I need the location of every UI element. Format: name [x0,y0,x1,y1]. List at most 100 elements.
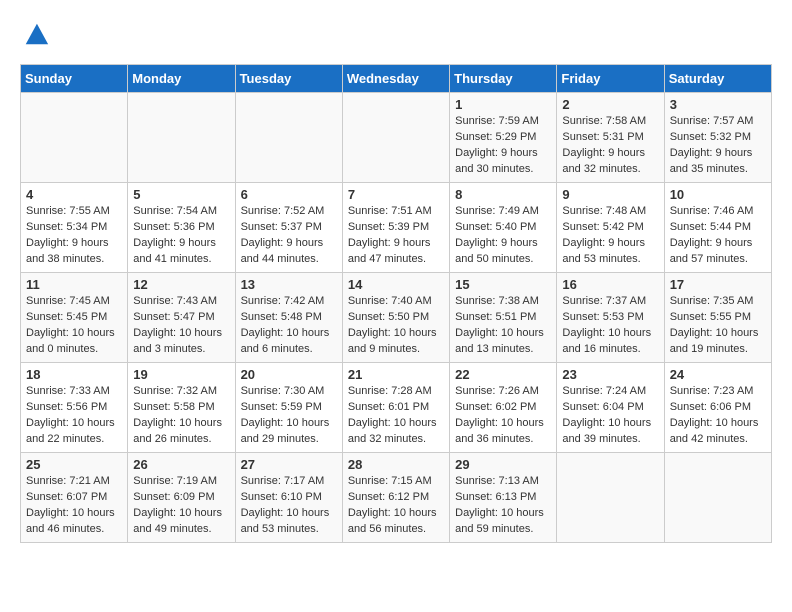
calendar-cell: 4 Sunrise: 7:55 AM Sunset: 5:34 PM Daylig… [21,183,128,273]
calendar-cell: 22 Sunrise: 7:26 AM Sunset: 6:02 PM Dayli… [450,363,557,453]
calendar-cell: 8 Sunrise: 7:49 AM Sunset: 5:40 PM Daylig… [450,183,557,273]
calendar-cell [342,93,449,183]
calendar-cell: 2 Sunrise: 7:58 AM Sunset: 5:31 PM Daylig… [557,93,664,183]
day-number: 28 [348,457,444,472]
day-number: 15 [455,277,551,292]
calendar-cell: 9Sunrise: 7:48 AM Sunset: 5:42 PM Daylig… [557,183,664,273]
day-content: Sunrise: 7:45 AM Sunset: 5:45 PM Dayligh… [26,294,122,358]
header-day-saturday: Saturday [664,65,771,93]
logo-icon [22,20,50,48]
day-content: Sunrise: 7:48 AM Sunset: 5:42 PM Dayligh… [562,204,658,268]
calendar-cell: 15 Sunrise: 7:38 AM Sunset: 5:51 PM Dayli… [450,273,557,363]
calendar-cell [235,93,342,183]
calendar-cell: 6 Sunrise: 7:52 AM Sunset: 5:37 PM Daylig… [235,183,342,273]
day-content: Sunrise: 7:43 AM Sunset: 5:47 PM Dayligh… [133,294,229,358]
day-number: 24 [670,367,766,382]
day-number: 16 [562,277,658,292]
day-number: 8 [455,187,551,202]
day-number: 5 [133,187,229,202]
day-number: 23 [562,367,658,382]
day-number: 6 [241,187,337,202]
day-number: 27 [241,457,337,472]
day-content: Sunrise: 7:59 AM Sunset: 5:29 PM Dayligh… [455,114,551,178]
day-content: Sunrise: 7:52 AM Sunset: 5:37 PM Dayligh… [241,204,337,268]
calendar-cell [664,453,771,543]
day-number: 13 [241,277,337,292]
calendar-cell: 7Sunrise: 7:51 AM Sunset: 5:39 PM Daylig… [342,183,449,273]
day-number: 22 [455,367,551,382]
week-row-4: 25 Sunrise: 7:21 AM Sunset: 6:07 PM Dayli… [21,453,772,543]
calendar-cell [21,93,128,183]
calendar-cell: 29 Sunrise: 7:13 AM Sunset: 6:13 PM Dayli… [450,453,557,543]
day-number: 17 [670,277,766,292]
day-content: Sunrise: 7:26 AM Sunset: 6:02 PM Dayligh… [455,384,551,448]
header-day-monday: Monday [128,65,235,93]
calendar-cell: 14 Sunrise: 7:40 AM Sunset: 5:50 PM Dayli… [342,273,449,363]
calendar-cell: 16 Sunrise: 7:37 AM Sunset: 5:53 PM Dayli… [557,273,664,363]
day-content: Sunrise: 7:35 AM Sunset: 5:55 PM Dayligh… [670,294,766,358]
day-number: 2 [562,97,658,112]
day-number: 21 [348,367,444,382]
day-content: Sunrise: 7:55 AM Sunset: 5:34 PM Dayligh… [26,204,122,268]
day-content: Sunrise: 7:51 AM Sunset: 5:39 PM Dayligh… [348,204,444,268]
day-number: 4 [26,187,122,202]
day-content: Sunrise: 7:23 AM Sunset: 6:06 PM Dayligh… [670,384,766,448]
day-content: Sunrise: 7:42 AM Sunset: 5:48 PM Dayligh… [241,294,337,358]
day-number: 10 [670,187,766,202]
week-row-3: 18 Sunrise: 7:33 AM Sunset: 5:56 PM Dayli… [21,363,772,453]
header-day-friday: Friday [557,65,664,93]
day-content: Sunrise: 7:17 AM Sunset: 6:10 PM Dayligh… [241,474,337,538]
week-row-1: 4 Sunrise: 7:55 AM Sunset: 5:34 PM Daylig… [21,183,772,273]
day-content: Sunrise: 7:37 AM Sunset: 5:53 PM Dayligh… [562,294,658,358]
day-number: 14 [348,277,444,292]
day-content: Sunrise: 7:40 AM Sunset: 5:50 PM Dayligh… [348,294,444,358]
day-content: Sunrise: 7:46 AM Sunset: 5:44 PM Dayligh… [670,204,766,268]
day-content: Sunrise: 7:38 AM Sunset: 5:51 PM Dayligh… [455,294,551,358]
calendar-cell [128,93,235,183]
calendar-cell: 3 Sunrise: 7:57 AM Sunset: 5:32 PM Daylig… [664,93,771,183]
day-content: Sunrise: 7:57 AM Sunset: 5:32 PM Dayligh… [670,114,766,178]
day-content: Sunrise: 7:21 AM Sunset: 6:07 PM Dayligh… [26,474,122,538]
day-number: 12 [133,277,229,292]
day-content: Sunrise: 7:19 AM Sunset: 6:09 PM Dayligh… [133,474,229,538]
day-number: 11 [26,277,122,292]
header-day-sunday: Sunday [21,65,128,93]
header-row: SundayMondayTuesdayWednesdayThursdayFrid… [21,65,772,93]
day-content: Sunrise: 7:13 AM Sunset: 6:13 PM Dayligh… [455,474,551,538]
week-row-2: 11 Sunrise: 7:45 AM Sunset: 5:45 PM Dayli… [21,273,772,363]
day-number: 3 [670,97,766,112]
calendar-cell: 21Sunrise: 7:28 AM Sunset: 6:01 PM Dayli… [342,363,449,453]
day-number: 26 [133,457,229,472]
week-row-0: 1 Sunrise: 7:59 AM Sunset: 5:29 PM Daylig… [21,93,772,183]
day-number: 25 [26,457,122,472]
day-content: Sunrise: 7:49 AM Sunset: 5:40 PM Dayligh… [455,204,551,268]
calendar-cell: 26 Sunrise: 7:19 AM Sunset: 6:09 PM Dayli… [128,453,235,543]
day-number: 29 [455,457,551,472]
logo [20,20,50,48]
day-content: Sunrise: 7:30 AM Sunset: 5:59 PM Dayligh… [241,384,337,448]
day-number: 1 [455,97,551,112]
page-header [20,20,772,48]
calendar-cell: 12 Sunrise: 7:43 AM Sunset: 5:47 PM Dayli… [128,273,235,363]
calendar-cell: 18 Sunrise: 7:33 AM Sunset: 5:56 PM Dayli… [21,363,128,453]
calendar-cell: 5 Sunrise: 7:54 AM Sunset: 5:36 PM Daylig… [128,183,235,273]
day-content: Sunrise: 7:32 AM Sunset: 5:58 PM Dayligh… [133,384,229,448]
day-content: Sunrise: 7:58 AM Sunset: 5:31 PM Dayligh… [562,114,658,178]
day-content: Sunrise: 7:15 AM Sunset: 6:12 PM Dayligh… [348,474,444,538]
calendar-cell: 11 Sunrise: 7:45 AM Sunset: 5:45 PM Dayli… [21,273,128,363]
calendar-cell: 28 Sunrise: 7:15 AM Sunset: 6:12 PM Dayli… [342,453,449,543]
calendar-cell: 1 Sunrise: 7:59 AM Sunset: 5:29 PM Daylig… [450,93,557,183]
day-number: 20 [241,367,337,382]
day-number: 18 [26,367,122,382]
day-content: Sunrise: 7:24 AM Sunset: 6:04 PM Dayligh… [562,384,658,448]
header-day-thursday: Thursday [450,65,557,93]
day-number: 19 [133,367,229,382]
calendar-cell: 25 Sunrise: 7:21 AM Sunset: 6:07 PM Dayli… [21,453,128,543]
day-content: Sunrise: 7:33 AM Sunset: 5:56 PM Dayligh… [26,384,122,448]
calendar-cell: 23 Sunrise: 7:24 AM Sunset: 6:04 PM Dayli… [557,363,664,453]
calendar-cell: 27 Sunrise: 7:17 AM Sunset: 6:10 PM Dayli… [235,453,342,543]
header-day-wednesday: Wednesday [342,65,449,93]
day-content: Sunrise: 7:54 AM Sunset: 5:36 PM Dayligh… [133,204,229,268]
calendar-cell [557,453,664,543]
calendar-cell: 10 Sunrise: 7:46 AM Sunset: 5:44 PM Dayli… [664,183,771,273]
